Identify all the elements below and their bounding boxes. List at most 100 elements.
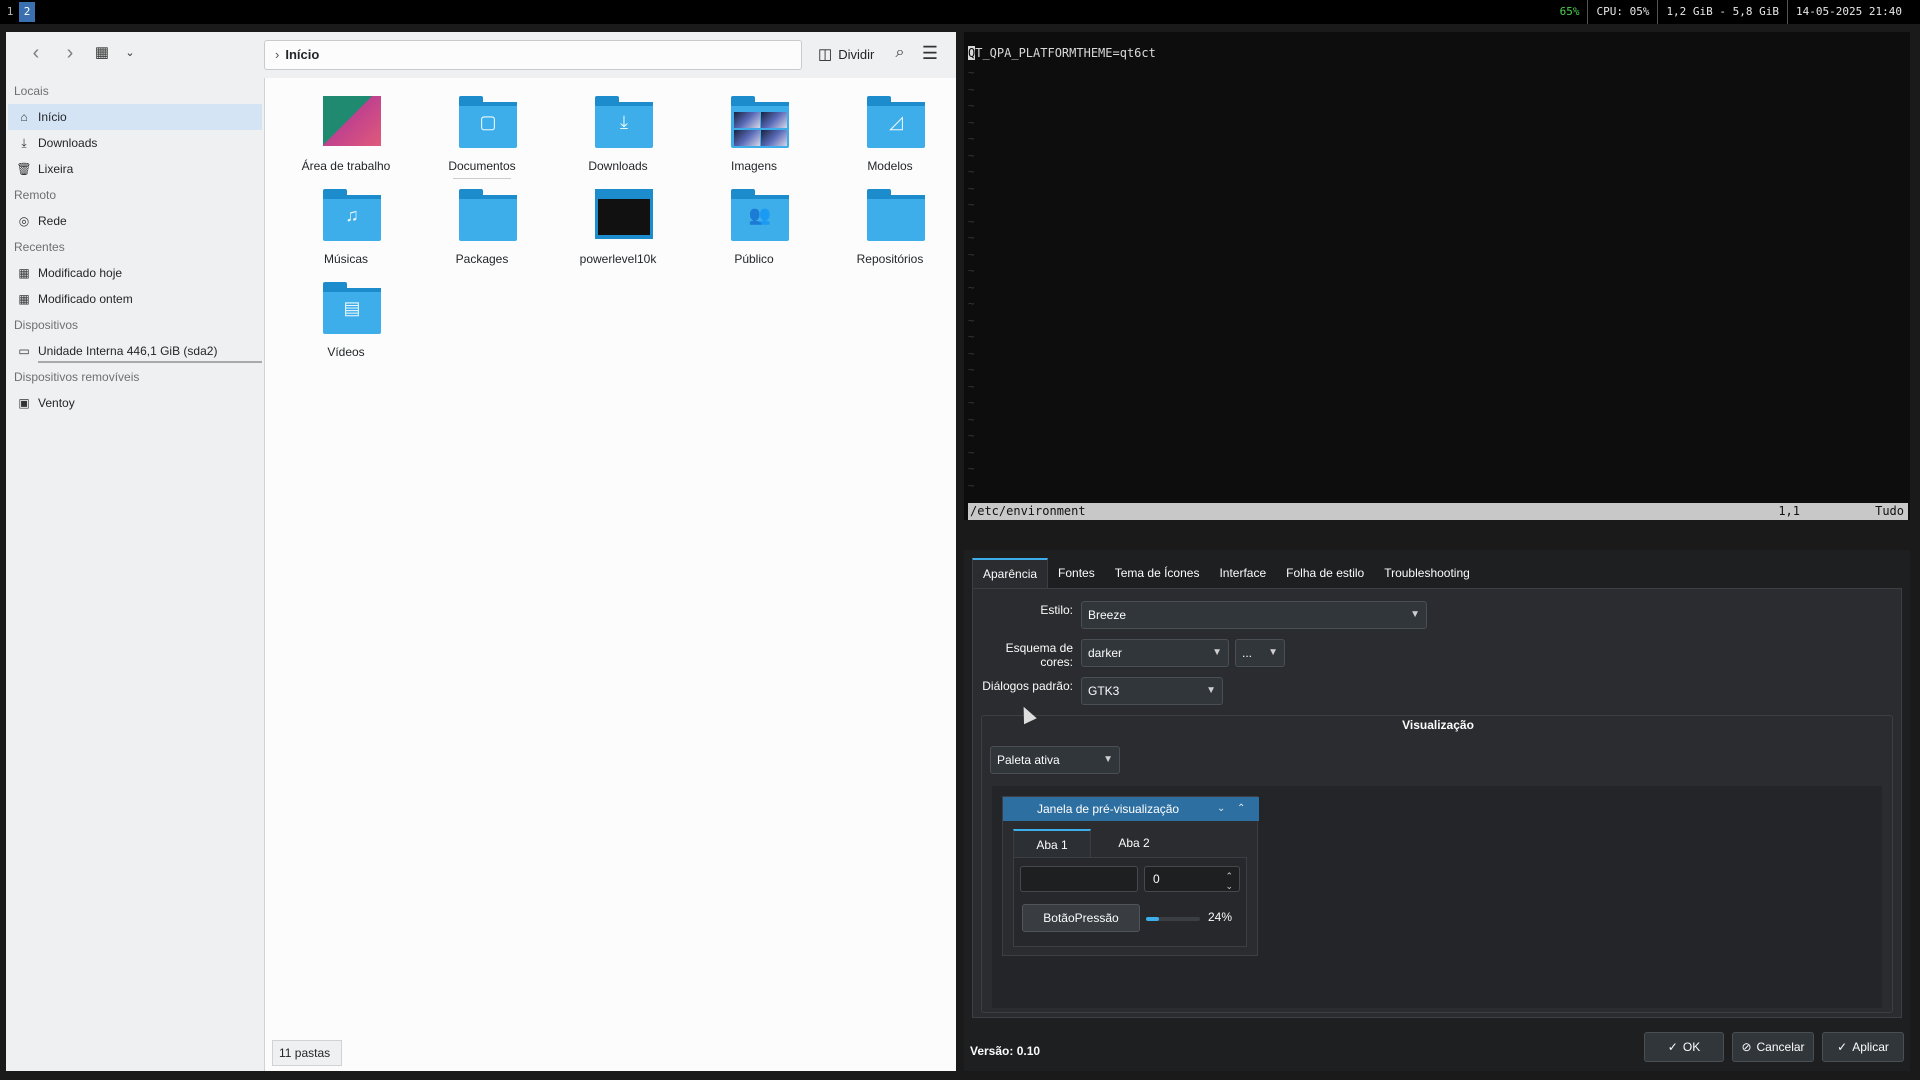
file-view: Área de trabalho ▢ Documentos ⤓ Download…: [264, 78, 956, 1071]
workspace-2[interactable]: 2: [19, 2, 35, 22]
file-item[interactable]: Repositórios: [825, 187, 955, 279]
preview-push-button[interactable]: BotãoPressão: [1022, 904, 1140, 932]
editor-line-1[interactable]: QT_QPA_PLATFORMTHEME=qt6ct: [968, 46, 1156, 60]
file-label: Downloads: [588, 159, 648, 173]
folder-public-icon: 👥: [731, 189, 789, 241]
ok-button[interactable]: ✓ OK: [1644, 1032, 1724, 1062]
editor-text: T_QPA_PLATFORMTHEME=qt6ct: [975, 46, 1156, 60]
search-icon[interactable]: ⌕: [888, 42, 912, 66]
apply-button[interactable]: ✓ Aplicar: [1822, 1032, 1904, 1062]
style-combo[interactable]: Breeze ▼: [1081, 601, 1427, 629]
split-view-icon: ◫: [818, 46, 833, 63]
place-label: Modificado hoje: [38, 266, 123, 280]
view-mode-icon[interactable]: ▦: [90, 42, 114, 66]
empty-line-tilde: ~: [968, 330, 975, 343]
folder-images-thumbnail: [731, 96, 789, 148]
default-dialogs-combo[interactable]: GTK3 ▼: [1081, 677, 1223, 705]
file-item[interactable]: Packages: [417, 187, 547, 279]
preview-window-title: Janela de pré-visualização: [1037, 802, 1180, 816]
preview-tab-2[interactable]: Aba 2: [1095, 829, 1173, 857]
empty-line-tilde: ~: [968, 412, 975, 426]
preview-title: Visualização: [1402, 718, 1474, 732]
color-scheme-combo[interactable]: darker ▼: [1081, 639, 1229, 667]
empty-line-tilde: ~: [968, 313, 975, 327]
breadcrumb[interactable]: › Início: [264, 40, 802, 70]
preview-group: Visualização Paleta ativa ▼ Janela de pré…: [981, 715, 1893, 1013]
file-item[interactable]: powerlevel10k: [553, 187, 683, 279]
tab-tema-icones[interactable]: Tema de Ícones: [1105, 558, 1210, 588]
cpu-status: CPU: 05%: [1587, 0, 1657, 24]
chevron-down-icon[interactable]: ⌄: [118, 42, 142, 66]
preview-tab-1[interactable]: Aba 1: [1013, 829, 1091, 857]
hamburger-menu-icon[interactable]: ☰: [918, 42, 942, 66]
usb-drive-icon: ▣: [18, 396, 30, 410]
places-panel: Locais ⌂ Início ⤓ Downloads 🗑 Lixeira Re…: [6, 78, 264, 1071]
place-modificado-ontem[interactable]: ▦ Modificado ontem: [8, 286, 262, 312]
color-scheme-menu-button[interactable]: ... ▼: [1235, 639, 1285, 667]
file-item[interactable]: ♫ Músicas: [281, 187, 411, 279]
file-item[interactable]: Área de trabalho: [281, 94, 411, 186]
file-label: Público: [734, 252, 774, 266]
tab-folha-estilo[interactable]: Folha de estilo: [1276, 558, 1374, 588]
preview-line-edit[interactable]: [1020, 866, 1138, 892]
palette-combo[interactable]: Paleta ativa ▼: [990, 746, 1120, 774]
menu-label: ...: [1242, 646, 1253, 660]
tab-fontes[interactable]: Fontes: [1048, 558, 1105, 588]
empty-line-tilde: ~: [968, 132, 975, 145]
tab-interface[interactable]: Interface: [1209, 558, 1276, 588]
home-icon: ⌂: [20, 110, 28, 124]
section-remoto: Remoto: [14, 188, 57, 202]
vim-cursor-position: 1,1: [1778, 504, 1800, 518]
default-dialogs-label: Diálogos padrão:: [982, 679, 1073, 693]
chevron-down-icon[interactable]: ⌄: [1217, 797, 1225, 821]
empty-line-tilde: ~: [968, 346, 975, 360]
cancel-icon: ⊘: [1741, 1040, 1752, 1054]
tab-troubleshooting[interactable]: Troubleshooting: [1374, 558, 1480, 588]
terminal-vim-window[interactable]: QT_QPA_PLATFORMTHEME=qt6ct ~ ~ ~ ~ ~ ~ ~ ~ ~ ~ ~ ~ ~…: [964, 32, 1910, 520]
chevron-down-icon: ▼: [1410, 609, 1420, 620]
cancel-label: Cancelar: [1756, 1040, 1805, 1054]
place-modificado-hoje[interactable]: ▦ Modificado hoje: [8, 260, 262, 286]
file-item[interactable]: ⤓ Downloads: [553, 94, 683, 186]
vim-status-line: /etc/environment 1,1 Tudo: [968, 503, 1908, 520]
file-item[interactable]: 👥 Público: [689, 187, 819, 279]
file-label: Repositórios: [856, 252, 924, 266]
place-lixeira[interactable]: 🗑 Lixeira: [8, 156, 262, 182]
breadcrumb-item-home[interactable]: Início: [285, 47, 319, 62]
back-arrow-icon[interactable]: ‹: [24, 42, 48, 66]
workspace-1[interactable]: 1: [2, 2, 18, 22]
cancel-button[interactable]: ⊘ Cancelar: [1732, 1032, 1814, 1062]
folder-videos-icon: ▤: [323, 282, 381, 334]
spin-down-icon[interactable]: ⌄: [1225, 874, 1233, 898]
file-label: Modelos: [867, 159, 913, 173]
forward-arrow-icon[interactable]: ›: [58, 42, 82, 66]
file-item[interactable]: ▢ Documentos: [417, 94, 547, 186]
place-downloads[interactable]: ⤓ Downloads: [8, 130, 262, 156]
version-label: Versão: 0.10: [970, 1044, 1041, 1058]
file-label: Músicas: [323, 252, 368, 266]
check-icon: ✓: [1837, 1040, 1848, 1054]
section-recentes: Recentes: [14, 240, 65, 254]
preview-window: Janela de pré-visualização ⌄ ⌃ Aba 1 Aba…: [1002, 796, 1259, 956]
place-ventoy[interactable]: ▣ Ventoy: [8, 390, 262, 416]
file-label: Área de trabalho: [301, 159, 391, 173]
file-item[interactable]: ◿ Modelos: [825, 94, 955, 186]
file-item[interactable]: Imagens: [689, 94, 819, 186]
preview-spinbox[interactable]: 0 ⌃ ⌄: [1144, 866, 1240, 892]
drive-icon: ▭: [18, 344, 30, 358]
section-locais: Locais: [14, 84, 49, 98]
empty-line-tilde: ~: [968, 396, 975, 409]
empty-line-tilde: ~: [968, 115, 975, 129]
place-label: Modificado ontem: [38, 292, 133, 306]
place-rede[interactable]: ◎ Rede: [8, 208, 262, 234]
chevron-up-icon[interactable]: ⌃: [1237, 797, 1245, 821]
place-inicio[interactable]: ⌂ Início: [8, 104, 262, 130]
tab-aparencia[interactable]: Aparência: [972, 558, 1049, 588]
apply-label: Aplicar: [1852, 1040, 1889, 1054]
chevron-down-icon: ▼: [1103, 754, 1113, 765]
empty-line-tilde: ~: [968, 280, 975, 294]
empty-line-tilde: ~: [968, 462, 975, 475]
split-button[interactable]: ◫ Dividir: [818, 42, 874, 68]
file-item[interactable]: ▤ Vídeos: [281, 280, 411, 372]
place-unidade-interna[interactable]: ▭ Unidade Interna 446,1 GiB (sda2): [8, 338, 262, 364]
